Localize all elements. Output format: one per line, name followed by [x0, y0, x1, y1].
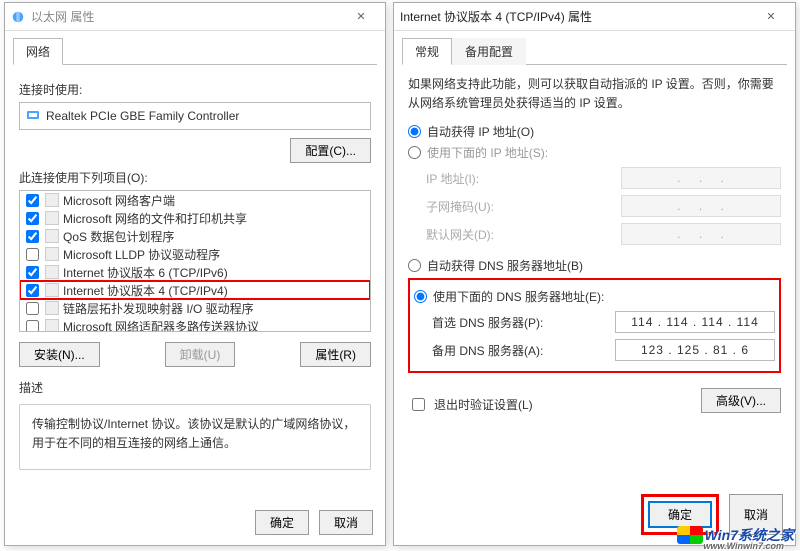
- subnet-input: . . .: [621, 195, 781, 217]
- protocol-icon: [45, 247, 59, 261]
- dns-manual-highlight: 使用下面的 DNS 服务器地址(E): 首选 DNS 服务器(P): 114 .…: [408, 278, 781, 373]
- list-item-label: QoS 数据包计划程序: [63, 228, 174, 245]
- ip-manual-radio-input[interactable]: [408, 146, 421, 159]
- list-item-checkbox[interactable]: [26, 302, 39, 315]
- network-icon: [11, 10, 25, 24]
- list-item-label: Microsoft 网络的文件和打印机共享: [63, 210, 247, 227]
- list-item[interactable]: Microsoft 网络的文件和打印机共享: [20, 209, 370, 227]
- dns-manual-radio[interactable]: 使用下面的 DNS 服务器地址(E):: [414, 288, 775, 305]
- ip-address-input: . . .: [621, 167, 781, 189]
- description-text: 传输控制协议/Internet 协议。该协议是默认的广域网络协议，用于在不同的相…: [32, 415, 358, 453]
- ip-auto-radio[interactable]: 自动获得 IP 地址(O): [408, 123, 781, 140]
- close-icon[interactable]: ✕: [753, 7, 789, 27]
- install-button[interactable]: 安装(N)...: [19, 342, 100, 367]
- list-item-label: Microsoft 网络适配器多路传送器协议: [63, 318, 259, 333]
- subnet-label: 子网掩码(U):: [426, 198, 621, 215]
- ip-auto-label: 自动获得 IP 地址(O): [427, 123, 534, 140]
- adapter-field[interactable]: Realtek PCIe GBE Family Controller: [19, 102, 371, 130]
- list-item[interactable]: Internet 协议版本 4 (TCP/IPv4): [20, 281, 370, 299]
- list-item-label: Microsoft 网络客户端: [63, 192, 175, 209]
- dns-alternate-input[interactable]: 123 . 125 . 81 . 6: [615, 339, 775, 361]
- ethernet-properties-window: 以太网 属性 ✕ 网络 连接时使用: Realtek PCIe GBE Fami…: [4, 2, 386, 546]
- validate-label: 退出时验证设置(L): [434, 396, 533, 413]
- description-title: 描述: [19, 379, 371, 396]
- list-item[interactable]: Microsoft 网络客户端: [20, 191, 370, 209]
- dns-auto-label: 自动获得 DNS 服务器地址(B): [427, 257, 583, 274]
- protocol-icon: [45, 265, 59, 279]
- gateway-label: 默认网关(D):: [426, 226, 621, 243]
- protocol-icon: [45, 301, 59, 315]
- protocol-icon: [45, 283, 59, 297]
- ok-button[interactable]: 确定: [648, 501, 712, 528]
- list-item-label: Microsoft LLDP 协议驱动程序: [63, 246, 220, 263]
- protocol-icon: [45, 193, 59, 207]
- connect-using-label: 连接时使用:: [19, 81, 371, 98]
- advanced-button[interactable]: 高级(V)...: [701, 388, 781, 413]
- list-item[interactable]: Microsoft 网络适配器多路传送器协议: [20, 317, 370, 332]
- adapter-icon: [26, 108, 40, 125]
- watermark-url: www.Winwin7.com: [703, 541, 784, 551]
- list-item[interactable]: Internet 协议版本 6 (TCP/IPv6): [20, 263, 370, 281]
- items-label: 此连接使用下列项目(O):: [19, 169, 371, 186]
- list-item-checkbox[interactable]: [26, 266, 39, 279]
- window-title: 以太网 属性: [31, 8, 94, 25]
- tab-alternate[interactable]: 备用配置: [452, 38, 526, 65]
- tab-general[interactable]: 常规: [402, 38, 452, 65]
- list-item-checkbox[interactable]: [26, 230, 39, 243]
- properties-button[interactable]: 属性(R): [300, 342, 371, 367]
- tabstrip: 网络: [13, 37, 377, 65]
- list-item-label: Internet 协议版本 6 (TCP/IPv6): [63, 264, 228, 281]
- window-body: 如果网络支持此功能，则可以获取自动指派的 IP 设置。否则，你需要从网络系统管理…: [394, 65, 795, 424]
- list-item-checkbox[interactable]: [26, 320, 39, 333]
- close-icon[interactable]: ✕: [343, 7, 379, 27]
- ip-manual-radio[interactable]: 使用下面的 IP 地址(S):: [408, 144, 781, 161]
- dns-auto-radio-input[interactable]: [408, 259, 421, 272]
- ok-button[interactable]: 确定: [255, 510, 309, 535]
- dns-preferred-label: 首选 DNS 服务器(P):: [432, 314, 615, 331]
- ip-address-label: IP 地址(I):: [426, 170, 621, 187]
- list-item[interactable]: 链路层拓扑发现映射器 I/O 驱动程序: [20, 299, 370, 317]
- cancel-button[interactable]: 取消: [319, 510, 373, 535]
- ip-auto-radio-input[interactable]: [408, 125, 421, 138]
- list-item-checkbox[interactable]: [26, 212, 39, 225]
- dns-preferred-input[interactable]: 114 . 114 . 114 . 114: [615, 311, 775, 333]
- watermark: Win7系统之家 www.Winwin7.com: [677, 525, 794, 545]
- dns-alternate-label: 备用 DNS 服务器(A):: [432, 342, 615, 359]
- protocol-icon: [45, 211, 59, 225]
- ip-manual-label: 使用下面的 IP 地址(S):: [427, 144, 548, 161]
- list-item-checkbox[interactable]: [26, 248, 39, 261]
- list-item-label: 链路层拓扑发现映射器 I/O 驱动程序: [63, 300, 254, 317]
- configure-button[interactable]: 配置(C)...: [290, 138, 371, 163]
- validate-checkbox-row[interactable]: 退出时验证设置(L): [408, 395, 701, 414]
- window-title: Internet 协议版本 4 (TCP/IPv4) 属性: [400, 8, 592, 25]
- uninstall-button: 卸载(U): [165, 342, 236, 367]
- description-box: 传输控制协议/Internet 协议。该协议是默认的广域网络协议，用于在不同的相…: [19, 404, 371, 470]
- gateway-input: . . .: [621, 223, 781, 245]
- list-item[interactable]: Microsoft LLDP 协议驱动程序: [20, 245, 370, 263]
- dns-manual-label: 使用下面的 DNS 服务器地址(E):: [433, 288, 604, 305]
- window-body: 连接时使用: Realtek PCIe GBE Family Controlle…: [5, 65, 385, 480]
- protocol-list[interactable]: Microsoft 网络客户端Microsoft 网络的文件和打印机共享QoS …: [19, 190, 371, 332]
- protocol-icon: [45, 229, 59, 243]
- list-item-checkbox[interactable]: [26, 194, 39, 207]
- dialog-footer: 确定 取消: [255, 510, 373, 535]
- windows-flag-icon: [677, 526, 703, 544]
- intro-text: 如果网络支持此功能，则可以获取自动指派的 IP 设置。否则，你需要从网络系统管理…: [408, 75, 781, 113]
- list-item[interactable]: QoS 数据包计划程序: [20, 227, 370, 245]
- list-item-checkbox[interactable]: [26, 284, 39, 297]
- tabstrip: 常规 备用配置: [402, 37, 787, 65]
- list-item-label: Internet 协议版本 4 (TCP/IPv4): [63, 282, 228, 299]
- dns-manual-radio-input[interactable]: [414, 290, 427, 303]
- titlebar: 以太网 属性 ✕: [5, 3, 385, 31]
- titlebar: Internet 协议版本 4 (TCP/IPv4) 属性 ✕: [394, 3, 795, 31]
- protocol-icon: [45, 319, 59, 332]
- dns-auto-radio[interactable]: 自动获得 DNS 服务器地址(B): [408, 257, 781, 274]
- validate-checkbox[interactable]: [412, 398, 425, 411]
- adapter-name: Realtek PCIe GBE Family Controller: [46, 109, 239, 123]
- tab-network[interactable]: 网络: [13, 38, 63, 65]
- ipv4-properties-window: Internet 协议版本 4 (TCP/IPv4) 属性 ✕ 常规 备用配置 …: [393, 2, 796, 546]
